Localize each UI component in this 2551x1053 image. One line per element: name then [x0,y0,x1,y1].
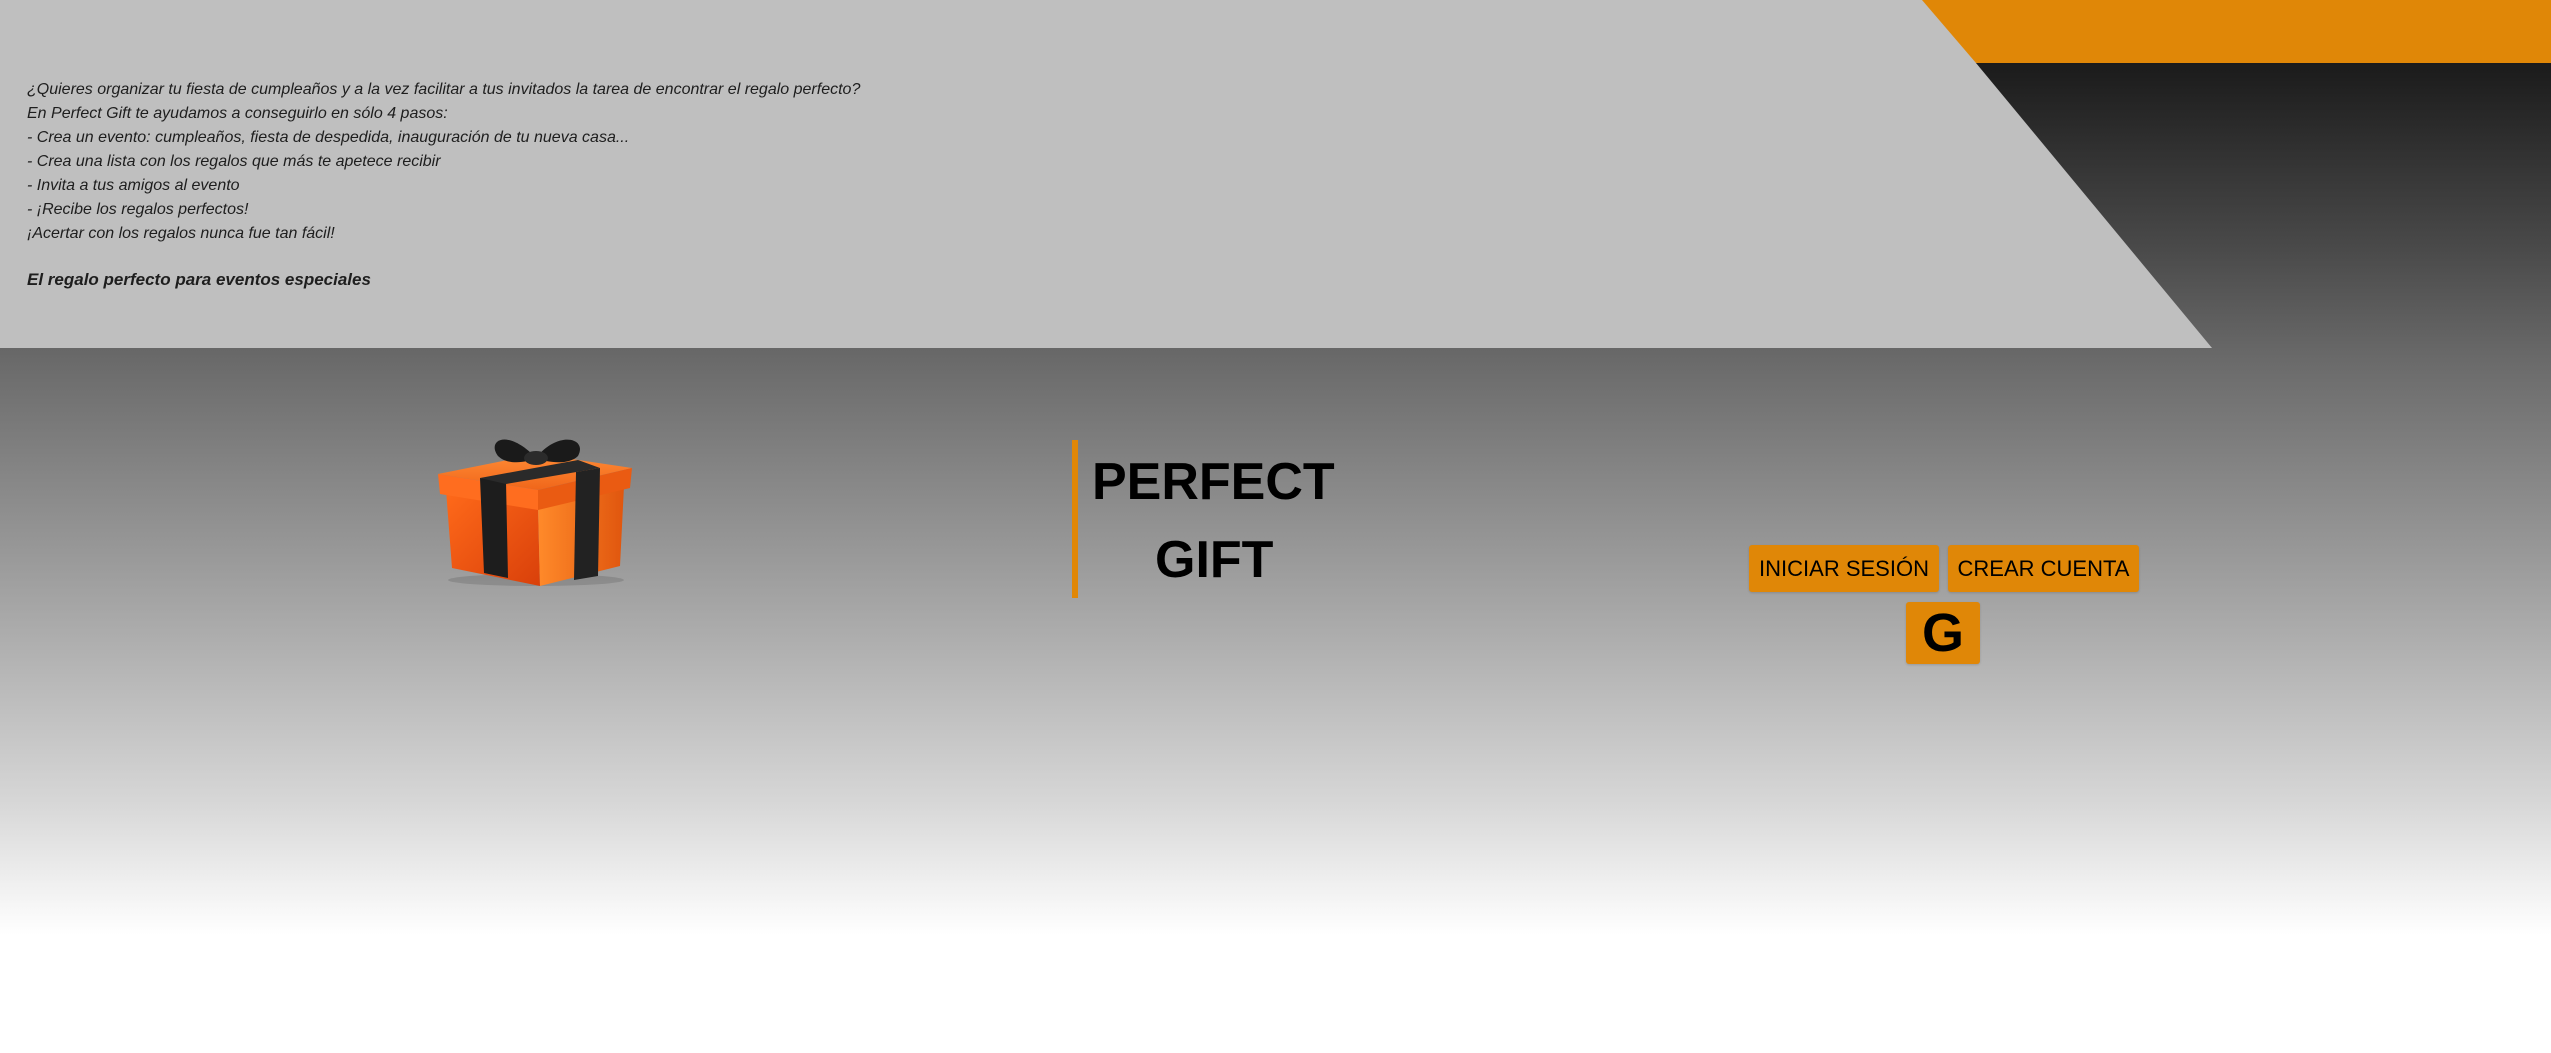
intro-line: ¿Quieres organizar tu fiesta de cumpleañ… [27,81,861,98]
intro-line: - Crea una lista con los regalos que más… [27,153,441,170]
brand-logo: PERFECT GIFT [1072,440,1378,598]
intro-text: ¿Quieres organizar tu fiesta de cumpleañ… [27,78,1327,246]
brand-title-line1: PERFECT [1092,453,1335,511]
intro-line: - ¡Recibe los regalos perfectos! [27,201,249,218]
intro-line: ¡Acertar con los regalos nunca fue tan f… [27,225,335,242]
google-login-button[interactable]: G [1906,602,1980,664]
google-icon: G [1921,603,1964,663]
create-account-button[interactable]: CREAR CUENTA [1948,545,2139,592]
intro-line: En Perfect Gift te ayudamos a conseguirl… [27,105,448,122]
brand-title-line2: GIFT [1155,531,1274,589]
intro-line: - Crea un evento: cumpleaños, fiesta de … [27,129,630,146]
gift-box-icon [428,428,640,588]
intro-line: - Invita a tus amigos al evento [27,177,240,194]
tagline: El regalo perfecto para eventos especial… [27,270,371,289]
intro-panel: ¿Quieres organizar tu fiesta de cumpleañ… [0,0,2212,348]
login-button[interactable]: INICIAR SESIÓN [1749,545,1939,592]
